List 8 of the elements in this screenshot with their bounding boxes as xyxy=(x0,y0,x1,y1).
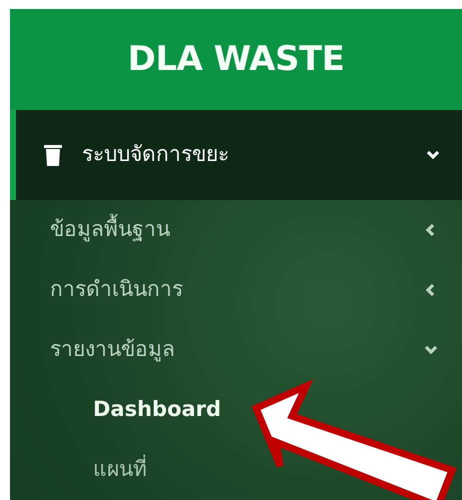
menu-item[interactable]: รายงานข้อมูล xyxy=(10,320,462,380)
trash-icon xyxy=(44,144,62,166)
menu-item[interactable]: ระบบจัดการขยะ xyxy=(10,110,462,200)
submenu-item[interactable]: Dashboard xyxy=(93,394,222,426)
brand-title: DLA WASTE xyxy=(128,38,344,81)
menu-item[interactable]: การดำเนินการ xyxy=(10,260,462,320)
menu-item[interactable]: ข้อมูลพื้นฐาน xyxy=(10,200,462,260)
submenu-item[interactable]: แผนที่ xyxy=(93,454,147,486)
